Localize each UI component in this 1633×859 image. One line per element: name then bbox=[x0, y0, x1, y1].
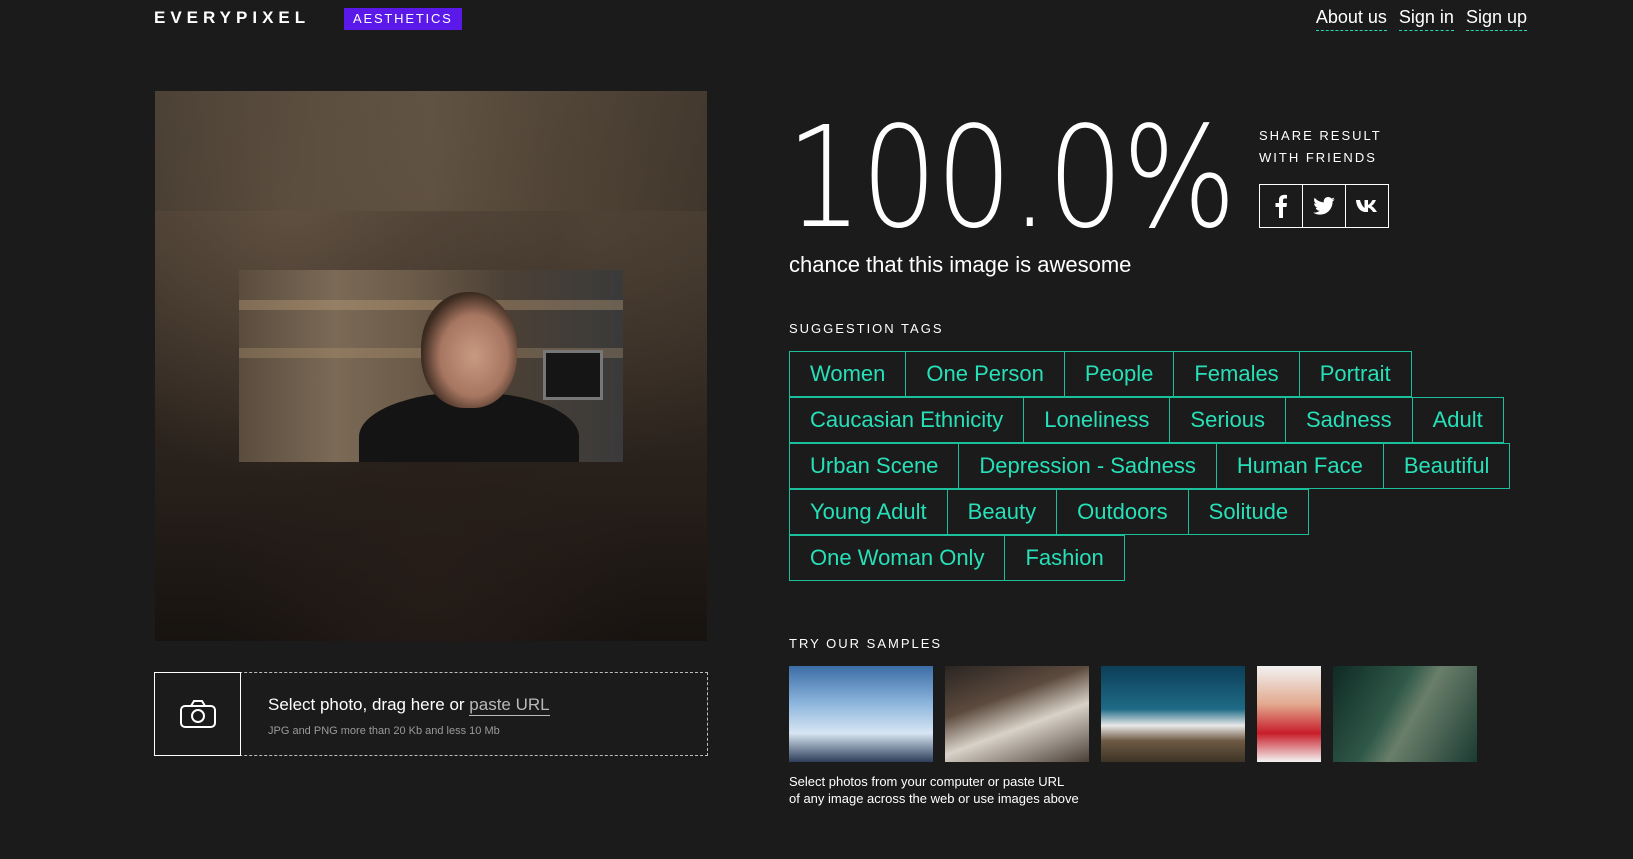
tag-item[interactable]: Depression - Sadness bbox=[958, 443, 1217, 489]
share-facebook-button[interactable] bbox=[1259, 184, 1303, 228]
tag-item[interactable]: Caucasian Ethnicity bbox=[789, 397, 1025, 443]
tag-item[interactable]: Portrait bbox=[1298, 351, 1412, 397]
samples-note-line1: Select photos from your computer or past… bbox=[789, 774, 1065, 789]
tag-item[interactable]: Human Face bbox=[1215, 443, 1384, 489]
sample-image-forest-couple[interactable] bbox=[1333, 666, 1477, 762]
tag-item[interactable]: Fashion bbox=[1004, 535, 1125, 581]
page: EVERYPIXEL AESTHETICS About us Sign in S… bbox=[0, 0, 1633, 859]
aesthetic-score: 100.0% bbox=[786, 97, 1236, 260]
vk-icon bbox=[1356, 200, 1377, 212]
tag-item[interactable]: Adult bbox=[1411, 397, 1504, 443]
tag-list: Women One Person People Females Portrait… bbox=[789, 351, 1529, 581]
tag-item[interactable]: People bbox=[1063, 351, 1175, 397]
tag-item[interactable]: Beautiful bbox=[1382, 443, 1511, 489]
uploaded-photo bbox=[155, 91, 707, 641]
share-buttons bbox=[1259, 184, 1389, 228]
tag-item[interactable]: Sadness bbox=[1285, 397, 1413, 443]
aesthetics-badge[interactable]: AESTHETICS bbox=[344, 8, 462, 30]
upload-requirements: JPG and PNG more than 20 Kb and less 10 … bbox=[268, 725, 500, 737]
suggestion-tags-title: SUGGESTION TAGS bbox=[789, 321, 944, 336]
tag-item[interactable]: Beauty bbox=[946, 489, 1058, 535]
logo[interactable]: EVERYPIXEL bbox=[154, 8, 310, 28]
sample-image-desk[interactable] bbox=[945, 666, 1089, 762]
upload-camera-button[interactable] bbox=[154, 672, 241, 756]
share-label-line2: WITH FRIENDS bbox=[1259, 150, 1377, 165]
tag-item[interactable]: Outdoors bbox=[1056, 489, 1189, 535]
twitter-icon bbox=[1313, 197, 1335, 215]
tag-item[interactable]: Females bbox=[1173, 351, 1300, 397]
nav-sign-in[interactable]: Sign in bbox=[1398, 7, 1454, 31]
upload-main-text: Select photo, drag here or bbox=[268, 695, 470, 714]
top-nav: About us Sign in Sign up bbox=[1315, 7, 1527, 31]
paste-url-link[interactable]: paste URL bbox=[469, 695, 550, 716]
score-caption: chance that this image is awesome bbox=[789, 252, 1132, 277]
sample-image-mountains[interactable] bbox=[1101, 666, 1245, 762]
sample-images bbox=[789, 666, 1477, 762]
nav-sign-up[interactable]: Sign up bbox=[1465, 7, 1527, 31]
samples-note: Select photos from your computer or past… bbox=[789, 773, 1099, 807]
photo-shelf bbox=[239, 300, 623, 310]
sample-image-couple[interactable] bbox=[1257, 666, 1321, 762]
facebook-icon bbox=[1275, 194, 1287, 218]
tag-item[interactable]: Serious bbox=[1169, 397, 1286, 443]
tag-item[interactable]: One Woman Only bbox=[789, 535, 1006, 581]
share-label: SHARE RESULT WITH FRIENDS bbox=[1259, 125, 1399, 169]
upload-dropzone[interactable]: Select photo, drag here or paste URL JPG… bbox=[154, 672, 708, 756]
share-twitter-button[interactable] bbox=[1302, 184, 1346, 228]
tag-item[interactable]: Loneliness bbox=[1023, 397, 1171, 443]
photo-monitor bbox=[543, 350, 603, 400]
camera-icon bbox=[179, 700, 216, 728]
samples-title: TRY OUR SAMPLES bbox=[789, 636, 943, 651]
upload-instructions: Select photo, drag here or paste URL bbox=[268, 695, 550, 716]
tag-item[interactable]: Women bbox=[789, 351, 907, 397]
photo-person-head bbox=[421, 292, 517, 408]
photo-content bbox=[239, 270, 623, 462]
samples-note-line2: of any image across the web or use image… bbox=[789, 791, 1079, 806]
tag-item[interactable]: Urban Scene bbox=[789, 443, 960, 489]
share-vk-button[interactable] bbox=[1345, 184, 1389, 228]
tag-item[interactable]: One Person bbox=[905, 351, 1065, 397]
tag-item[interactable]: Young Adult bbox=[789, 489, 948, 535]
sample-image-business-people[interactable] bbox=[789, 666, 933, 762]
share-label-line1: SHARE RESULT bbox=[1259, 128, 1382, 143]
nav-about-us[interactable]: About us bbox=[1315, 7, 1387, 31]
tag-item[interactable]: Solitude bbox=[1187, 489, 1310, 535]
